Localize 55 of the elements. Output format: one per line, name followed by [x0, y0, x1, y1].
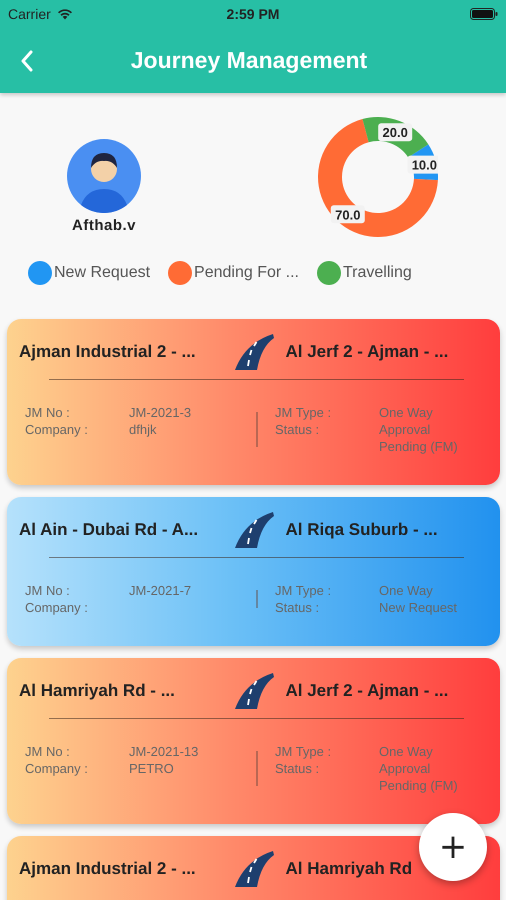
carrier-text: Carrier: [8, 6, 51, 22]
field-value: New Request: [379, 599, 458, 616]
field-value: JM-2021-3: [129, 404, 192, 421]
field-value: dfhjk: [129, 421, 158, 438]
field-value: PETRO: [129, 760, 175, 777]
field-label: JM No :: [25, 582, 71, 599]
data-label: 20.0: [382, 125, 408, 140]
road-icon: [232, 333, 274, 371]
legend-label: Travelling: [343, 264, 412, 282]
field-value: One Way: [379, 743, 434, 760]
legend-label: New Request: [54, 264, 150, 282]
journey-card[interactable]: Al Hamriyah Rd - ... Al Jerf 2 - Ajman - ... JM No : JM-2021-13 Company : PETRO JM Type : One Way Status : Approval Pending (FM): [7, 658, 500, 824]
origin-text: Ajman Industrial 2 - ...: [19, 859, 196, 879]
field-value: Approval Pending (FM): [379, 421, 459, 455]
back-chevron-icon: [20, 50, 34, 72]
clock-time: 2:59 PM: [226, 6, 280, 22]
origin-text: Al Hamriyah Rd - ...: [19, 681, 175, 701]
user-name: Afthab.v: [72, 216, 136, 234]
field-label: JM Type :: [275, 404, 332, 421]
destination-text: Al Jerf 2 - Ajman - ...: [286, 681, 448, 701]
destination-text: Al Riqa Suburb - ...: [286, 520, 438, 540]
journey-card[interactable]: Ajman Industrial 2 - ... Al Jerf 2 - Ajman - ... JM No : JM-2021-3 Company : dfhjk JM Type : One Way Status : Approval Pending (FM): [7, 319, 500, 485]
field-label: Status :: [275, 760, 320, 778]
field-label: JM Type :: [275, 743, 332, 760]
field-label: Status :: [275, 421, 320, 439]
origin-text: Al Ain - Dubai Rd - A...: [19, 520, 198, 540]
field-label: JM No :: [25, 743, 71, 760]
field-label: Company :: [25, 599, 89, 616]
field-value: JM-2021-7: [129, 582, 192, 599]
destination-text: Al Hamriyah Rd: [286, 859, 412, 879]
legend-label: Pending For ...: [194, 264, 299, 282]
value-label: 70.0: [330, 205, 365, 224]
field-value: One Way: [379, 404, 434, 421]
field-value: JM-2021-13: [129, 743, 200, 760]
field-label: Company :: [25, 421, 89, 438]
data-label: 10.0: [412, 158, 438, 173]
value-label: 10.0: [407, 156, 438, 174]
field-label: JM Type :: [275, 582, 332, 599]
data-label: 70.0: [335, 207, 360, 222]
page-title: Journey Management: [130, 47, 368, 74]
battery-icon: [470, 8, 498, 20]
wifi-icon: [56, 8, 73, 20]
road-icon: [232, 511, 274, 549]
avatar-icon: [67, 138, 141, 212]
field-label: Company :: [25, 760, 89, 777]
field-value: One Way: [379, 582, 434, 599]
value-label: 20.0: [378, 123, 412, 142]
field-label: Status :: [275, 599, 320, 616]
journey-card[interactable]: Al Ain - Dubai Rd - A... Al Riqa Suburb - ... JM No : JM-2021-7 Company : JM Type : One Way Status : New Request: [7, 497, 500, 646]
origin-text: Ajman Industrial 2 - ...: [19, 342, 196, 362]
road-icon: [232, 672, 274, 710]
field-label: JM No :: [25, 404, 71, 421]
field-value: Approval Pending (FM): [379, 760, 459, 794]
road-icon: [232, 850, 274, 888]
destination-text: Al Jerf 2 - Ajman - ...: [286, 342, 448, 362]
